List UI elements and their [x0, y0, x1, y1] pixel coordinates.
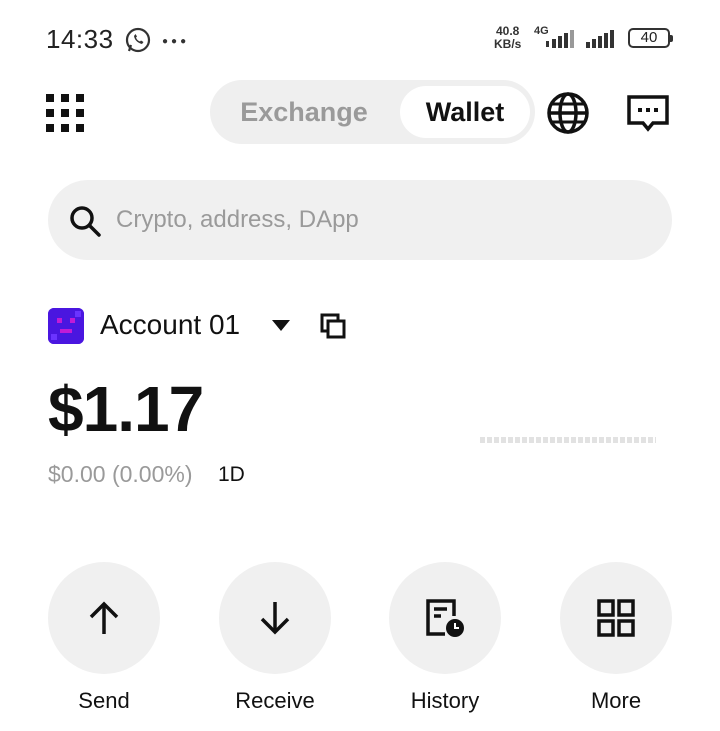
more-dots-icon: ●●●: [162, 36, 190, 47]
account-name[interactable]: Account 01: [100, 309, 240, 341]
signal-strength-icon: [546, 30, 574, 48]
history-label: History: [410, 688, 480, 713]
send-label: Send: [78, 688, 130, 713]
send-button[interactable]: Send: [48, 562, 160, 713]
search-input[interactable]: [116, 180, 646, 260]
search-bar[interactable]: [48, 180, 672, 260]
history-button[interactable]: History: [389, 562, 501, 713]
arrow-up-icon: [89, 601, 119, 634]
receive-button[interactable]: Receive: [219, 562, 331, 713]
signal-strength-icon: [586, 30, 614, 48]
copy-icon[interactable]: [320, 313, 346, 339]
tab-wallet[interactable]: Wallet: [400, 86, 530, 138]
status-bar: 14:33 ●●● 40.8 KB/s 4G 40: [0, 0, 720, 78]
caret-down-icon[interactable]: [272, 320, 290, 331]
globe-icon[interactable]: [546, 91, 590, 135]
receive-label: Receive: [235, 688, 315, 713]
battery-icon: 40: [628, 28, 673, 48]
status-time: 14:33: [46, 24, 114, 54]
balance-sparkline: [480, 437, 656, 443]
mode-switch: Exchange Wallet: [210, 80, 535, 144]
network-speed: 40.8 KB/s: [494, 24, 522, 51]
grid-menu-icon[interactable]: [46, 94, 84, 132]
arrow-down-icon: [260, 602, 290, 635]
more-label: More: [590, 688, 642, 713]
avatar-pattern-icon: [48, 308, 84, 344]
period-selector[interactable]: 1D: [218, 463, 245, 487]
total-balance: $1.17: [48, 373, 204, 445]
chat-icon[interactable]: [626, 94, 670, 134]
history-icon: [426, 599, 464, 637]
search-icon: [70, 206, 101, 237]
more-button[interactable]: More: [560, 562, 672, 713]
tab-exchange[interactable]: Exchange: [224, 86, 384, 138]
apps-grid-icon: [597, 599, 635, 637]
avatar[interactable]: [48, 308, 84, 344]
whatsapp-icon: [125, 27, 151, 53]
balance-change: $0.00 (0.00%): [48, 461, 193, 487]
